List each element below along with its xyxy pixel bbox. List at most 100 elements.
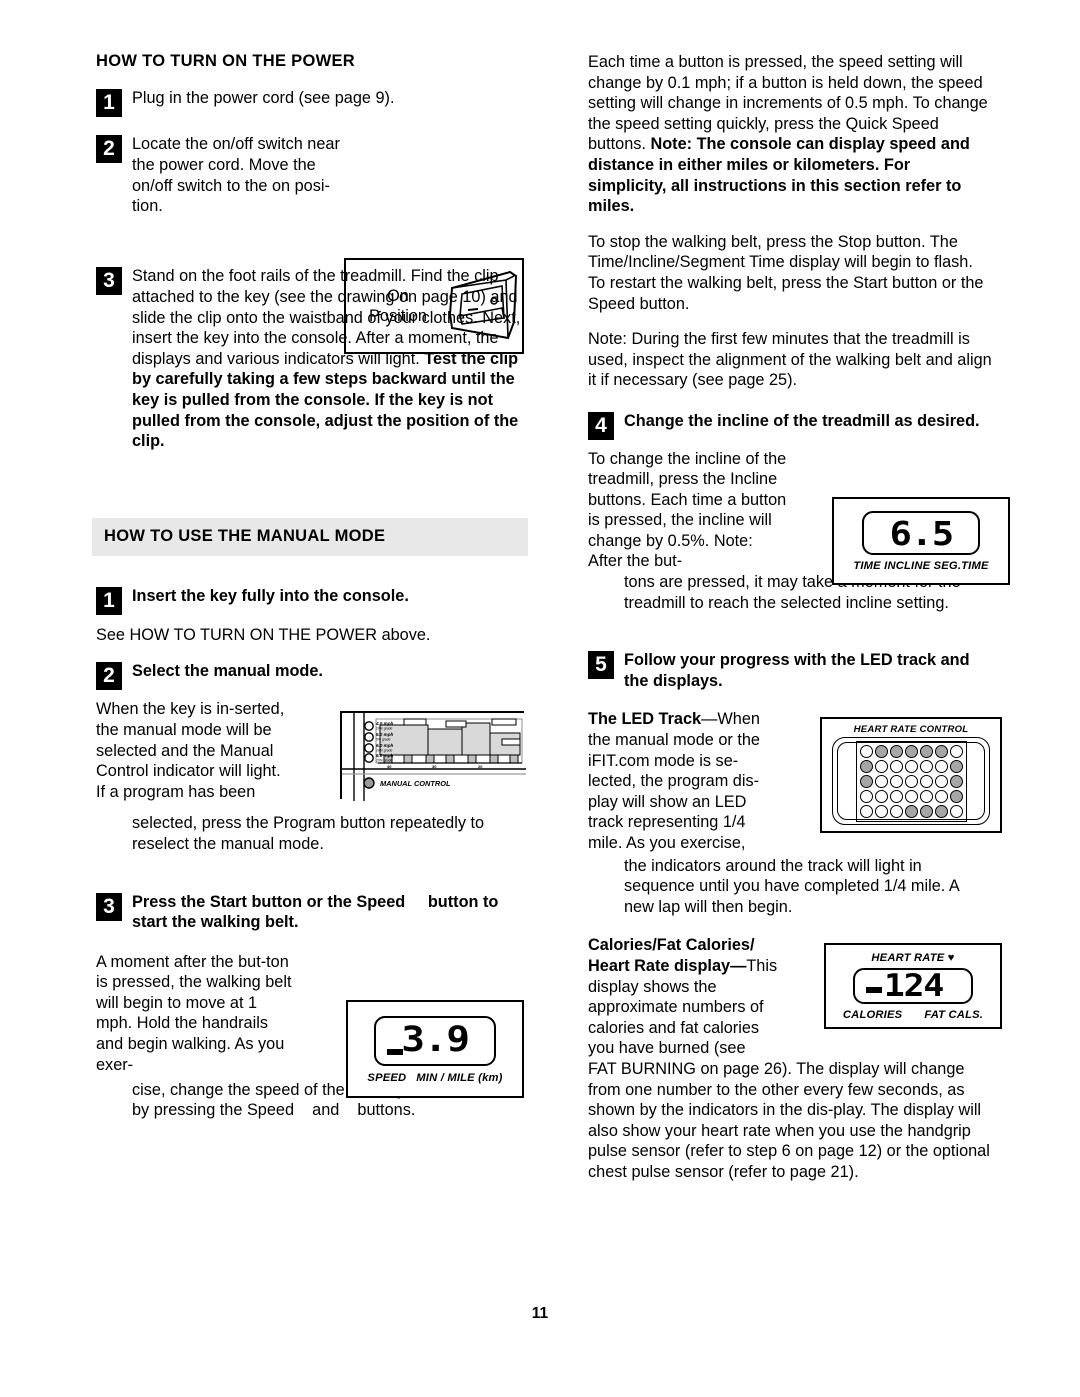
step-progress-5: 5 Follow your progress with the LED trac… bbox=[588, 650, 992, 691]
page-number: 11 bbox=[531, 1305, 549, 1322]
led-bezel-outer bbox=[832, 737, 990, 826]
led-dot bbox=[949, 744, 963, 758]
step-number-badge: 1 bbox=[96, 88, 122, 117]
speed-lcd-window: 3.9 bbox=[374, 1015, 496, 1066]
step-title: Follow your progress with the LED track … bbox=[624, 651, 970, 690]
manual-step2-figure-row: When the key is in-serted, the manual mo… bbox=[96, 699, 528, 811]
step-4-body-wrap: To change the incline of the treadmill, … bbox=[588, 449, 787, 571]
led-dot bbox=[934, 804, 948, 818]
figure-speed-display: 3.9 SPEED MIN / MILE (km) bbox=[346, 999, 524, 1098]
svg-text:6.0 mph: 6.0 mph bbox=[376, 743, 394, 748]
heart-rate-caption-bottom: CALORIES FAT CALS. bbox=[843, 1009, 983, 1021]
led-dot bbox=[904, 774, 918, 788]
svg-text:6.0 mph: 6.0 mph bbox=[376, 753, 394, 758]
heart-icon: ♥ bbox=[947, 952, 955, 965]
led-dot bbox=[904, 744, 918, 758]
incline-value: 6.5 bbox=[889, 513, 954, 553]
svg-text:20: 20 bbox=[478, 764, 483, 769]
led-dot bbox=[859, 744, 873, 758]
led-dot bbox=[874, 744, 888, 758]
figure-led-track: HEART RATE CONTROL bbox=[820, 717, 1002, 834]
led-dot bbox=[934, 774, 948, 788]
heart-rate-lcd-window: 124 bbox=[853, 967, 973, 1005]
incline-lcd-window: 6.5 bbox=[862, 511, 980, 555]
led-dot bbox=[889, 744, 903, 758]
svg-text:0% grade: 0% grade bbox=[376, 738, 391, 742]
led-track-label: The LED Track bbox=[588, 710, 702, 729]
led-indicator-grid bbox=[855, 740, 967, 822]
body-full-part3: buttons. bbox=[357, 1101, 416, 1120]
step-manual-1: 1 Insert the key fully into the console. bbox=[96, 586, 528, 615]
step-title: Press the Start button or the Speed butt… bbox=[132, 892, 528, 933]
heart-rate-figure-row: Calories/Fat Calories/ Heart Rate displa… bbox=[588, 935, 1002, 1059]
step-manual-3-body-wrap: A moment after the but-ton is pressed, t… bbox=[96, 952, 292, 1074]
heart-rate-caption-text: HEART RATE bbox=[871, 952, 945, 965]
led-dot bbox=[919, 789, 933, 803]
section-heading-power: HOW TO TURN ON THE POWER bbox=[96, 52, 355, 70]
speed-lcd-caption: SPEED MIN / MILE (km) bbox=[367, 1072, 502, 1084]
figure-heart-rate-display: HEART RATE ♥ 124 CALORIES FAT CALS. bbox=[824, 943, 1002, 1030]
svg-text:10% grade: 10% grade bbox=[376, 749, 393, 753]
led-dot bbox=[874, 774, 888, 788]
step-manual-2: 2 Select the manual mode. bbox=[96, 661, 528, 690]
led-track-desc: —When the manual mode or the iFIT.com mo… bbox=[588, 710, 760, 852]
step-number-badge: 1 bbox=[96, 586, 122, 615]
manual-step3-figure-row: A moment after the but-ton is pressed, t… bbox=[96, 952, 528, 1098]
speed-caption-left: SPEED bbox=[367, 1071, 407, 1084]
right-paragraph-2: To stop the walking belt, press the Stop… bbox=[588, 232, 984, 313]
step-number-badge: 3 bbox=[96, 267, 122, 296]
step-text: Stand on the foot rails of the treadmill… bbox=[132, 266, 528, 451]
step-number-badge: 2 bbox=[96, 661, 122, 690]
led-dot bbox=[859, 774, 873, 788]
step-manual-2-body-full: selected, press the Program button repea… bbox=[132, 814, 485, 853]
led-track-figure-row: The LED Track—When the manual mode or th… bbox=[588, 709, 1002, 853]
speed-value: 3.9 bbox=[401, 1020, 470, 1061]
led-dot bbox=[859, 759, 873, 773]
heart-rate-caption-top: HEART RATE ♥ bbox=[871, 952, 954, 964]
left-column: HOW TO TURN ON THE POWER 1 Plug in the p… bbox=[92, 52, 528, 1136]
svg-text:30: 30 bbox=[432, 764, 437, 769]
speed-caption-right: MIN / MILE (km) bbox=[416, 1071, 503, 1084]
step-title-part1: Press the Start button or the Speed bbox=[132, 892, 406, 911]
led-dot bbox=[889, 759, 903, 773]
led-dot bbox=[859, 789, 873, 803]
led-dot bbox=[934, 759, 948, 773]
step-number-badge: 3 bbox=[96, 892, 122, 921]
step-number-badge: 2 bbox=[96, 135, 122, 164]
section-heading-manual-mode: HOW TO USE THE MANUAL MODE bbox=[92, 517, 528, 556]
step-power-2: 2 Locate the on/off switch near the powe… bbox=[96, 134, 528, 355]
step-title: Insert the key fully into the console. bbox=[132, 586, 409, 605]
led-dot bbox=[904, 789, 918, 803]
svg-text:10% grade: 10% grade bbox=[376, 727, 393, 731]
fat-calories-caption: FAT CALS. bbox=[924, 1009, 984, 1022]
step4-figure-row: To change the incline of the treadmill, … bbox=[588, 449, 1010, 585]
heart-rate-text: Calories/Fat Calories/ Heart Rate displa… bbox=[588, 935, 784, 1059]
manual-page: HOW TO TURN ON THE POWER 1 Plug in the p… bbox=[0, 0, 1080, 1397]
step-manual-3: 3 Press the Start button or the Speed bu… bbox=[96, 892, 528, 933]
led-track-text-full: the indicators around the track will lig… bbox=[624, 856, 959, 916]
led-dot bbox=[949, 804, 963, 818]
figure-incline-display: 6.5 TIME INCLINE SEG.TIME bbox=[832, 496, 1010, 585]
heart-rate-value: 124 bbox=[883, 967, 943, 1004]
led-dot bbox=[949, 759, 963, 773]
step-manual-2-body-wrap: When the key is in-serted, the manual mo… bbox=[96, 700, 285, 801]
step-incline-4: 4 Change the incline of the treadmill as… bbox=[588, 411, 992, 440]
step-number-badge: 4 bbox=[588, 411, 614, 440]
calories-caption: CALORIES bbox=[842, 1009, 903, 1022]
step-manual-1-body: See HOW TO TURN ON THE POWER above. bbox=[96, 626, 431, 645]
led-bezel-inner bbox=[837, 740, 985, 822]
led-dot bbox=[889, 804, 903, 818]
led-track-text: The LED Track—When the manual mode or th… bbox=[588, 709, 784, 853]
step-text: Locate the on/off switch near the power … bbox=[132, 135, 340, 216]
led-dot bbox=[874, 789, 888, 803]
svg-text:10% grade: 10% grade bbox=[376, 759, 393, 763]
incline-lcd-caption: TIME INCLINE SEG.TIME bbox=[853, 560, 989, 572]
step-power-1: 1 Plug in the power cord (see page 9). bbox=[96, 88, 528, 117]
led-dot bbox=[874, 804, 888, 818]
led-dot bbox=[904, 804, 918, 818]
led-dot bbox=[874, 759, 888, 773]
led-dot bbox=[949, 789, 963, 803]
body-full-part2: and bbox=[312, 1101, 340, 1120]
led-dot bbox=[904, 759, 918, 773]
right-paragraph-3: Note: During the first few minutes that … bbox=[588, 330, 992, 390]
